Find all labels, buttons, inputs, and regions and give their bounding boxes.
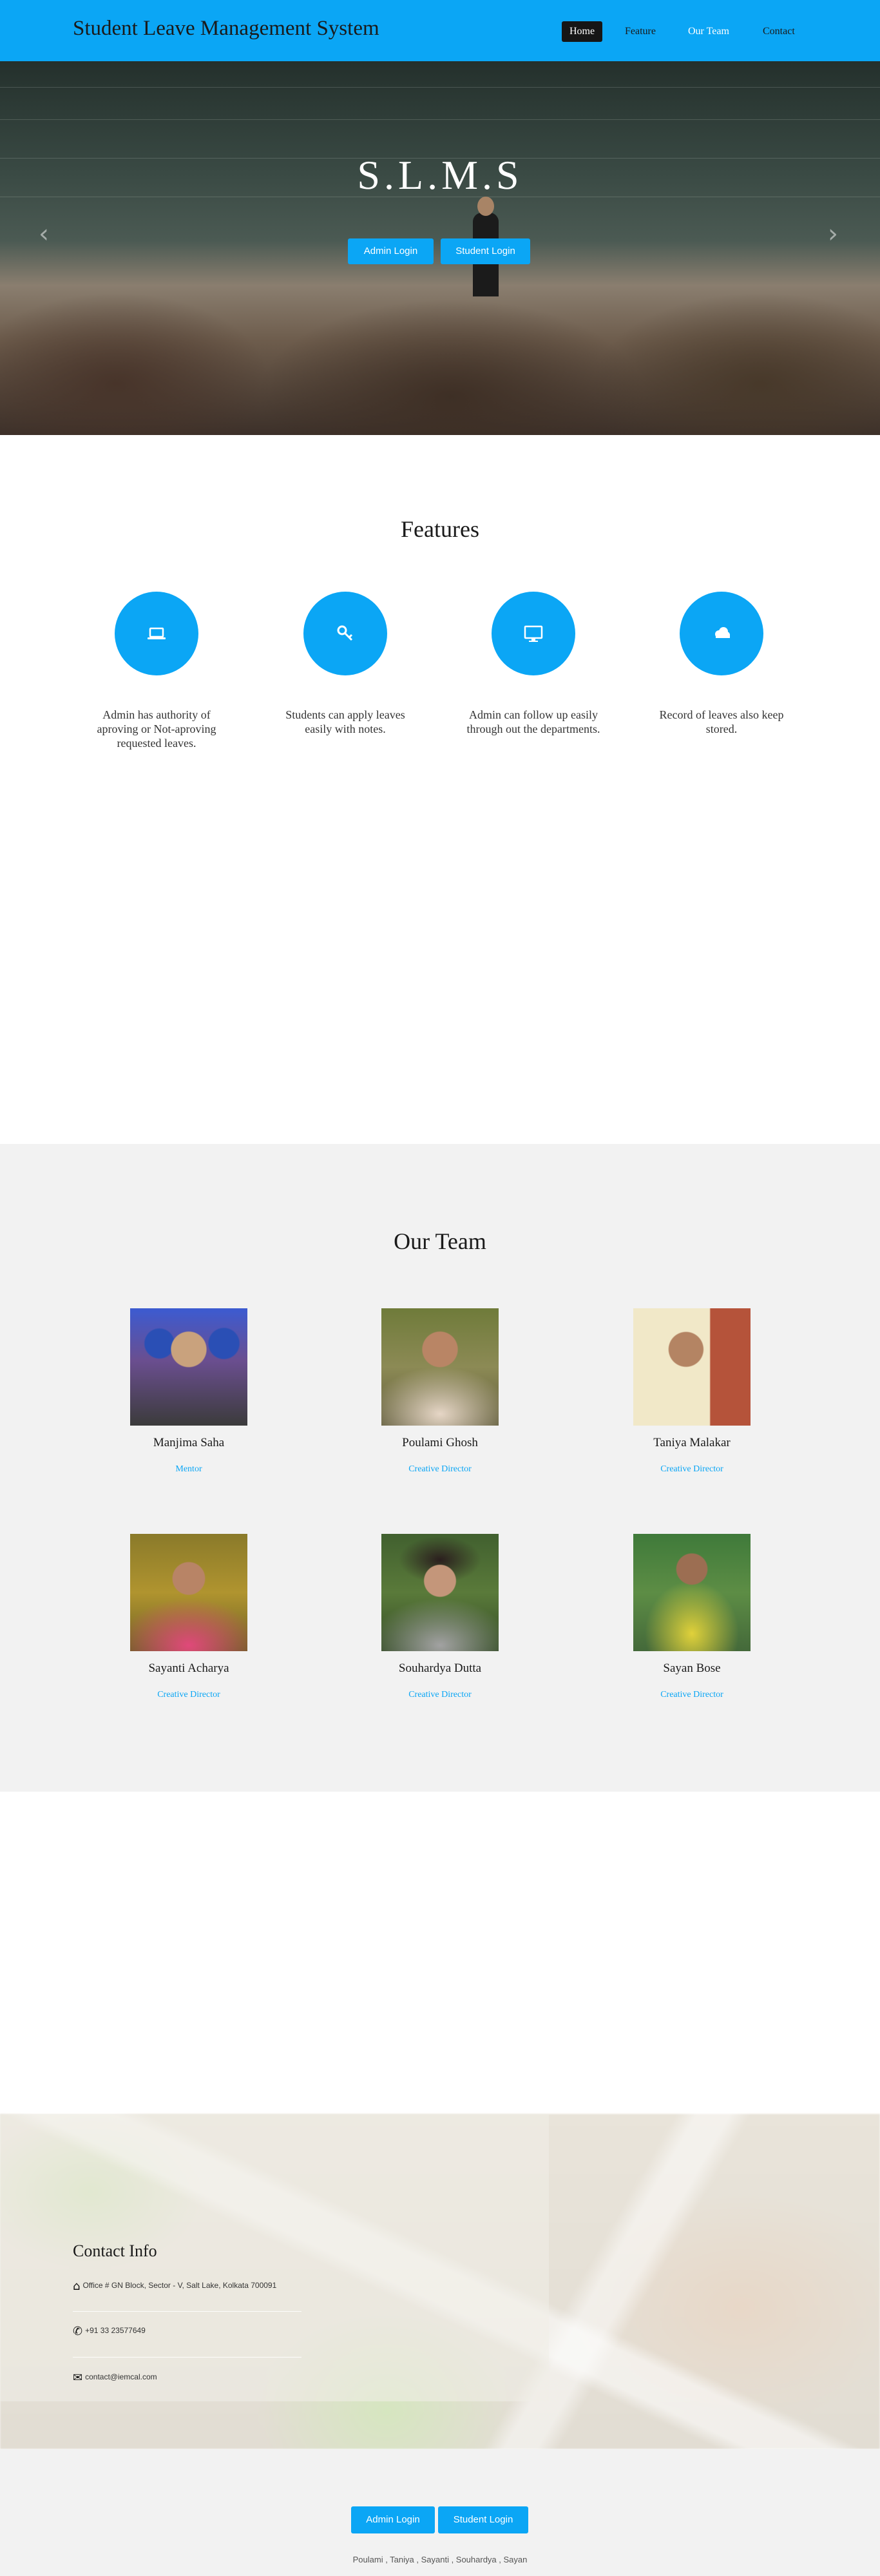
contact-phone-row: ✆ +91 33 23577649 bbox=[73, 2325, 146, 2338]
home-icon: ⌂ bbox=[73, 2280, 81, 2293]
contact-address-row: ⌂ Office # GN Block, Sector - V, Salt Lak… bbox=[73, 2280, 276, 2293]
desktop-icon bbox=[524, 625, 543, 642]
member-name: Poulami Ghosh bbox=[402, 1436, 478, 1449]
avatar bbox=[130, 1308, 247, 1426]
member-role: Creative Director bbox=[408, 1464, 472, 1474]
feature-circle-laptop bbox=[115, 592, 198, 675]
avatar bbox=[130, 1534, 247, 1651]
avatar bbox=[633, 1308, 751, 1426]
chevron-left-icon[interactable]: ‹ bbox=[39, 219, 49, 249]
avatar bbox=[633, 1534, 751, 1651]
feature-text: Students can apply leaves easily with no… bbox=[285, 708, 405, 735]
lecturer-head bbox=[477, 197, 494, 216]
chalkboard-line bbox=[0, 87, 880, 88]
key-icon bbox=[337, 625, 353, 641]
feature-text: Admin can follow up easily through out t… bbox=[466, 708, 600, 735]
contact-email-row: ✉ contact@iemcal.com bbox=[73, 2371, 157, 2385]
envelope-icon: ✉ bbox=[73, 2371, 83, 2385]
nav-feature-link[interactable]: Feature bbox=[617, 21, 664, 42]
contact-address: Office # GN Block, Sector - V, Salt Lake… bbox=[82, 2281, 277, 2290]
nav-our-team-link[interactable]: Our Team bbox=[680, 21, 737, 42]
member-name: Sayanti Acharya bbox=[148, 1661, 229, 1675]
nav-contact-link[interactable]: Contact bbox=[755, 21, 803, 42]
feature-text: Admin has authority of aproving or Not-a… bbox=[97, 708, 216, 750]
hero-title: S.L.M.S bbox=[357, 152, 523, 198]
footer-admin-login-button[interactable]: Admin Login bbox=[351, 2506, 435, 2533]
divider bbox=[73, 2311, 301, 2312]
brand-title[interactable]: Student Leave Management System bbox=[73, 17, 379, 41]
laptop-icon bbox=[148, 627, 166, 639]
divider bbox=[73, 2357, 301, 2358]
feature-circle-cloud bbox=[680, 592, 763, 675]
footer-student-login-button[interactable]: Student Login bbox=[438, 2506, 528, 2533]
feature-circle-key bbox=[303, 592, 387, 675]
feature-text: Record of leaves also keep stored. bbox=[659, 708, 784, 735]
feature-circle-desktop bbox=[492, 592, 575, 675]
contact-email[interactable]: contact@iemcal.com bbox=[85, 2372, 157, 2381]
avatar bbox=[381, 1534, 499, 1651]
member-name: Taniya Malakar bbox=[653, 1436, 731, 1449]
phone-icon: ✆ bbox=[73, 2325, 83, 2338]
nav-home-link[interactable]: Home bbox=[562, 21, 603, 42]
contact-title: Contact Info bbox=[73, 2242, 157, 2260]
avatar bbox=[381, 1308, 499, 1426]
cloud-icon bbox=[715, 627, 730, 638]
contact-phone: +91 33 23577649 bbox=[85, 2326, 146, 2335]
member-role: Creative Director bbox=[157, 1690, 220, 1700]
member-name: Souhardya Dutta bbox=[398, 1661, 482, 1675]
team-title: Our Team bbox=[394, 1228, 486, 1254]
chevron-right-icon[interactable]: › bbox=[828, 219, 838, 249]
member-name: Sayan Bose bbox=[663, 1661, 721, 1675]
member-name: Manjima Saha bbox=[153, 1436, 225, 1449]
member-role: Creative Director bbox=[660, 1690, 723, 1700]
hero-carousel bbox=[0, 61, 880, 435]
footer-credits: Poulami , Taniya , Sayanti , Souhardya ,… bbox=[352, 2555, 528, 2564]
chalkboard-line bbox=[0, 119, 880, 120]
hero-student-login-button[interactable]: Student Login bbox=[441, 238, 530, 264]
member-role: Creative Director bbox=[660, 1464, 723, 1474]
hero-admin-login-button[interactable]: Admin Login bbox=[348, 238, 434, 264]
features-title: Features bbox=[401, 516, 479, 542]
member-role: Creative Director bbox=[408, 1690, 472, 1700]
member-role: Mentor bbox=[175, 1464, 202, 1474]
